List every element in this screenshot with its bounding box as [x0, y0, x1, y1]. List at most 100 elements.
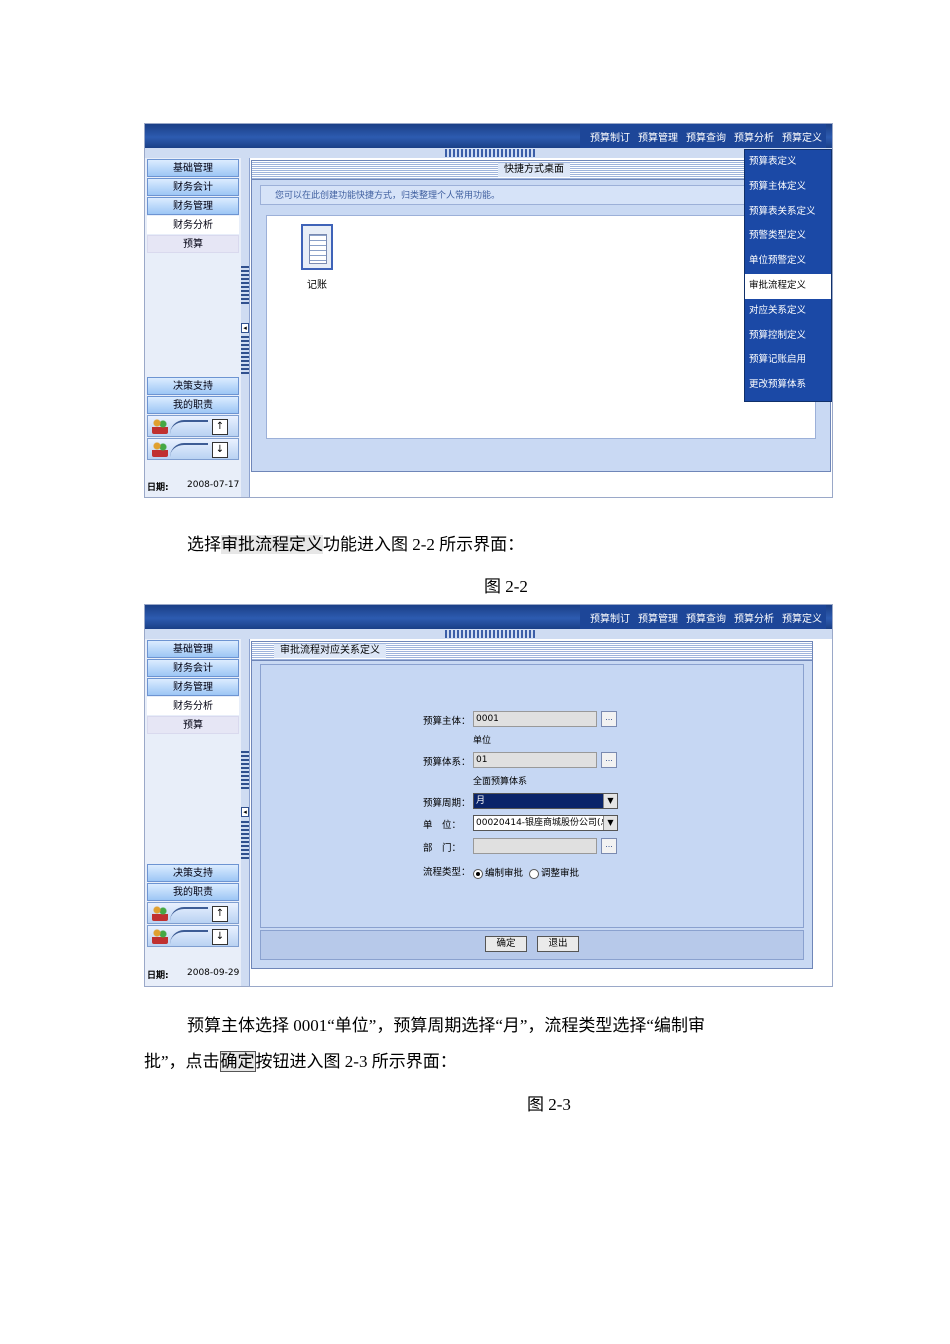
splitter[interactable]: ◂ [241, 158, 250, 497]
document-icon[interactable] [301, 224, 333, 270]
budget-system-label: 预算体系： [423, 757, 471, 768]
figure-caption-2: 图 2-3 [527, 1095, 571, 1114]
sidebar-item-analysis[interactable]: 财务分析 [147, 216, 239, 234]
date-bar: 日期: 2008-09-29 [145, 965, 241, 983]
chevron-down-icon[interactable]: ▼ [603, 816, 617, 830]
desktop-area: 记账 [266, 215, 816, 439]
collapse-icon[interactable]: ◂ [241, 807, 249, 817]
radio-selected-icon[interactable] [473, 868, 483, 879]
top-nav: 预算制订 预算管理 预算查询 预算分析 预算定义 [580, 124, 826, 148]
sidebar-scroll-up[interactable]: ↑ [147, 415, 239, 437]
nav-budget-define[interactable]: 预算定义 [782, 129, 822, 144]
menu-item[interactable]: 预算控制定义 [745, 324, 831, 349]
arrow-down-icon[interactable]: ↓ [212, 442, 228, 458]
screenshot-figure-1: 预算制订 预算管理 预算查询 预算分析 预算定义 基础管理 财务会计 财务管理 … [144, 123, 833, 498]
nav-budget-make[interactable]: 预算制订 [590, 129, 630, 144]
sidebar-item-budget[interactable]: 预算 [147, 716, 239, 734]
sidebar-item-decision[interactable]: 决策支持 [147, 864, 239, 882]
arrow-up-icon[interactable]: ↑ [212, 419, 228, 435]
paragraph-2-line-2: 批”，点击确定按钮进入图 2-3 所示界面： [144, 1047, 457, 1077]
menu-item[interactable]: 更改预算体系 [745, 373, 831, 398]
desktop-tip: 您可以在此创建功能快捷方式，归类整理个人常用功能。 [260, 185, 822, 205]
menu-item[interactable]: 对应关系定义 [745, 299, 831, 324]
shortcut-label[interactable]: 记账 [301, 276, 333, 291]
wave-decoration [170, 420, 208, 434]
budget-subject-note: 单位 [473, 736, 492, 746]
nav-budget-manage[interactable]: 预算管理 [638, 129, 678, 144]
flow-type-label: 流程类型： [423, 867, 471, 878]
sidebar-item-analysis[interactable]: 财务分析 [147, 697, 239, 715]
splitter-grip[interactable] [241, 266, 249, 304]
date-value: 2008-07-17 [187, 480, 240, 490]
para1-highlight: 审批流程定义 [221, 535, 323, 554]
splitter-grip[interactable] [241, 821, 249, 859]
unit-value: 00020414-银座商城股份公司(总部 [476, 818, 618, 828]
date-value: 2008-09-29 [187, 968, 240, 978]
menu-item[interactable]: 单位预警定义 [745, 249, 831, 274]
nav-budget-query[interactable]: 预算查询 [686, 129, 726, 144]
menu-item[interactable]: 预算表定义 [745, 150, 831, 175]
budget-subject-input[interactable]: 0001 [473, 711, 597, 727]
chevron-down-icon[interactable]: ▼ [603, 794, 617, 808]
splitter-grip[interactable] [241, 336, 249, 374]
sidebar-item-duties[interactable]: 我的职责 [147, 396, 239, 414]
panel-title: 审批流程对应关系定义 [274, 644, 386, 658]
sub-bar [145, 148, 832, 158]
para2-highlight: 确定 [219, 1051, 256, 1072]
unit-label: 单 位： [423, 820, 462, 831]
radio-icon[interactable] [529, 868, 539, 879]
sidebar-item-duties[interactable]: 我的职责 [147, 883, 239, 901]
menu-item-selected[interactable]: 审批流程定义 [745, 273, 831, 299]
budget-period-value: 月 [476, 796, 486, 806]
flow-option-adjust[interactable]: 调整审批 [529, 865, 579, 879]
nav-budget-analysis[interactable]: 预算分析 [734, 129, 774, 144]
ok-button[interactable]: 确定 [485, 936, 527, 952]
menu-item[interactable]: 预算表关系定义 [745, 200, 831, 225]
sidebar-item-budget[interactable]: 预算 [147, 235, 239, 253]
people-icon [152, 441, 168, 457]
dept-input[interactable] [473, 838, 597, 854]
menu-item[interactable]: 预警类型定义 [745, 224, 831, 249]
splitter-grip[interactable] [241, 751, 249, 789]
panel-title: 快捷方式桌面 [498, 163, 570, 177]
arrow-up-icon[interactable]: ↑ [212, 906, 228, 922]
browse-button[interactable]: ... [601, 752, 617, 768]
grip-handle[interactable] [445, 630, 535, 638]
budget-period-select[interactable]: 月 ▼ [473, 793, 618, 809]
browse-button[interactable]: ... [601, 838, 617, 854]
collapse-icon[interactable]: ◂ [241, 323, 249, 333]
sidebar-item-accounting[interactable]: 财务会计 [147, 178, 239, 196]
sidebar-item-basic[interactable]: 基础管理 [147, 159, 239, 177]
screenshot-figure-2: 预算制订 预算管理 预算查询 预算分析 预算定义 基础管理 财务会计 财务管理 … [144, 604, 833, 987]
nav-budget-analysis[interactable]: 预算分析 [734, 610, 774, 625]
nav-budget-make[interactable]: 预算制订 [590, 610, 630, 625]
sidebar-item-decision[interactable]: 决策支持 [147, 377, 239, 395]
sidebar-scroll-down[interactable]: ↓ [147, 438, 239, 460]
grip-handle[interactable] [445, 149, 535, 157]
splitter[interactable]: ◂ [241, 639, 250, 986]
budget-period-label: 预算周期： [423, 798, 471, 809]
sidebar-scroll-down[interactable]: ↓ [147, 925, 239, 947]
budget-system-input[interactable]: 01 [473, 752, 597, 768]
dept-label: 部 门： [423, 843, 462, 854]
nav-budget-query[interactable]: 预算查询 [686, 610, 726, 625]
sidebar-scroll-up[interactable]: ↑ [147, 902, 239, 924]
wave-decoration [170, 907, 208, 921]
menu-item[interactable]: 预算记账启用 [745, 348, 831, 373]
browse-button[interactable]: ... [601, 711, 617, 727]
unit-select[interactable]: 00020414-银座商城股份公司(总部 ▼ [473, 815, 618, 831]
sidebar-item-finance[interactable]: 财务管理 [147, 678, 239, 696]
menu-item[interactable]: 预算主体定义 [745, 175, 831, 200]
nav-budget-define[interactable]: 预算定义 [782, 610, 822, 625]
sidebar-item-finance[interactable]: 财务管理 [147, 197, 239, 215]
form-area: 预算主体： 0001 ... 单位 预算体系： 01 ... 全面预算体系 预算… [260, 664, 804, 928]
arrow-down-icon[interactable]: ↓ [212, 929, 228, 945]
sidebar-item-basic[interactable]: 基础管理 [147, 640, 239, 658]
people-icon [152, 905, 168, 921]
sidebar-item-accounting[interactable]: 财务会计 [147, 659, 239, 677]
exit-button[interactable]: 退出 [537, 936, 579, 952]
nav-budget-manage[interactable]: 预算管理 [638, 610, 678, 625]
figure-caption-1: 图 2-2 [484, 577, 528, 596]
wave-decoration [170, 930, 208, 944]
flow-option-edit[interactable]: 编制审批 [473, 865, 523, 879]
